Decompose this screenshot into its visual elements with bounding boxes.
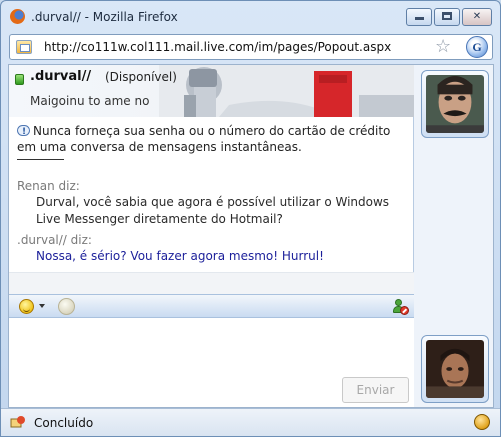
presence-status-icon [15,74,24,85]
status-bar: Concluído [1,408,500,436]
url-text[interactable]: http://co111w.col111.mail.live.com/im/pa… [44,40,391,54]
message-text: Nossa, é sério? Vou fazer agora mesmo! H… [36,249,324,263]
contact-header: .durval// (Disponível) Maigoinu to ame n… [9,65,414,117]
chat-window: .durval// (Disponível) Maigoinu to ame n… [8,64,494,408]
message-sender: .durval// diz: [17,233,92,247]
warning-divider [17,159,64,160]
block-user-icon[interactable] [393,299,409,315]
site-favicon-icon [16,40,32,54]
security-warning: Nunca forneça sua senha ou o número do c… [17,123,409,155]
compose-toolbar [9,294,414,318]
maximize-button[interactable] [434,8,460,26]
info-warning-icon [17,124,30,140]
wink-icon[interactable] [58,298,75,315]
message-sender: Renan diz: [17,179,80,193]
contact-personal-message: Maigoinu to ame no [30,94,150,108]
browser-window: .durval// - Mozilla Firefox ✕ http://co1… [0,0,501,437]
close-button[interactable]: ✕ [462,8,492,26]
conversation-history-footer [9,272,414,294]
window-title: .durval// - Mozilla Firefox [31,10,178,24]
title-bar[interactable]: .durval// - Mozilla Firefox ✕ [1,1,500,33]
contact-avatar-image [426,75,484,133]
contact-avatar[interactable] [421,70,489,138]
contact-status: (Disponível) [105,70,177,84]
contact-banner-image [159,65,414,117]
contact-name[interactable]: .durval// [30,69,91,84]
addon-status-icon[interactable] [474,414,490,430]
send-button[interactable]: Enviar [342,377,409,403]
address-bar[interactable]: http://co111w.col111.mail.live.com/im/pa… [9,34,493,60]
status-text: Concluído [34,416,94,430]
emoticon-icon[interactable] [19,299,34,314]
page-status-icon [10,416,25,428]
minimize-button[interactable] [406,8,432,26]
chevron-down-icon[interactable] [39,304,45,308]
message-text: Durval, você sabia que agora é possível … [36,195,390,226]
message-input[interactable]: Enviar [9,318,414,407]
bookmark-star-icon[interactable]: ☆ [435,37,451,57]
self-avatar-image [426,340,484,398]
firefox-logo-icon [10,9,25,24]
self-avatar[interactable] [421,335,489,403]
conversation-pane: .durval// (Disponível) Maigoinu to ame n… [9,65,414,407]
security-warning-text: Nunca forneça sua senha ou o número do c… [17,124,391,154]
search-engine-icon[interactable]: G [466,36,488,58]
